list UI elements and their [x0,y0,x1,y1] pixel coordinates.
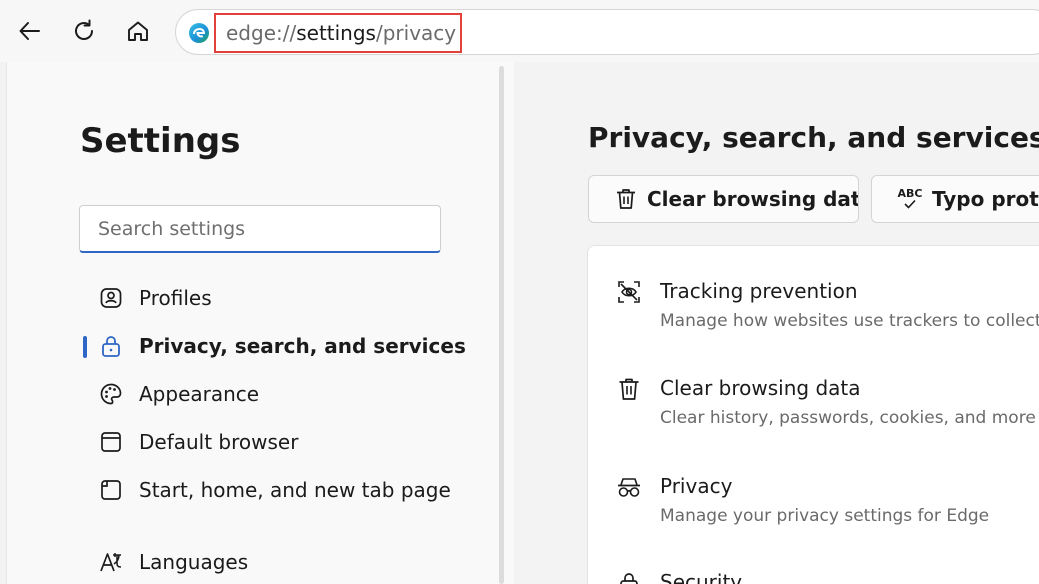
address-bar[interactable]: edge://settings/privacy [175,9,1039,55]
privacy-settings-card: Tracking prevention Manage how websites … [587,245,1039,584]
row-title: Clear browsing data [660,376,861,400]
sidebar-item-appearance[interactable]: Appearance [83,374,503,414]
url-text[interactable]: edge://settings/privacy [214,13,462,53]
tracking-prevention-icon [614,277,644,307]
list-item-security[interactable]: Security [588,568,1039,584]
sidebar-item-label: Privacy, search, and services [139,334,466,358]
row-title: Privacy [660,474,733,498]
sidebar-item-start-home[interactable]: Start, home, and new tab page [83,470,503,510]
action-label: Typo protec [932,187,1039,211]
settings-title: Settings [80,121,241,161]
url-host: settings [296,21,376,45]
clear-browsing-data-button[interactable]: Clear browsing data [588,175,859,223]
sidebar-item-label: Default browser [139,430,299,454]
back-button[interactable] [11,12,49,50]
refresh-icon [75,19,93,40]
action-label: Clear browsing data [647,187,859,211]
sidebar-item-label: Languages [139,550,249,574]
sidebar-item-default-browser[interactable]: Default browser [83,422,503,462]
home-icon [128,21,148,41]
list-item-tracking-prevention[interactable]: Tracking prevention Manage how websites … [588,277,1039,357]
abc-check-icon: ABC [896,185,924,213]
row-title: Security [660,570,743,584]
trash-icon [614,374,644,404]
typo-protection-button[interactable]: ABC Typo protec [871,175,1039,223]
incognito-icon [614,472,644,502]
url-scheme: edge:// [226,21,297,45]
active-nav-indicator [83,336,87,358]
row-description: Manage your privacy settings for Edge [660,506,990,526]
edge-logo-icon [189,23,209,43]
sidebar-item-label: Start, home, and new tab page [139,478,451,502]
back-arrow-icon [19,22,40,40]
trash-icon [613,185,639,213]
sidebar-item-languages[interactable]: Languages [83,542,503,582]
sidebar-item-profiles[interactable]: Profiles [83,278,503,318]
page-title: Privacy, search, and services [588,121,1039,154]
sidebar-item-label: Profiles [139,286,212,310]
refresh-button[interactable] [65,12,103,50]
browser-toolbar: edge://settings/privacy [0,0,1039,62]
row-title: Tracking prevention [660,279,858,303]
row-description: Clear history, passwords, cookies, and m… [660,408,1039,428]
start-page-icon [97,476,125,504]
list-item-privacy[interactable]: Privacy Manage your privacy settings for… [588,472,1039,552]
sidebar-scrollbar[interactable] [499,66,504,584]
list-item-clear-browsing-data[interactable]: Clear browsing data Clear history, passw… [588,374,1039,454]
url-path: /privacy [375,21,457,45]
settings-sidebar: Settings Profiles Privacy, search, and s… [6,62,514,584]
security-lock-icon [614,568,644,584]
sidebar-item-privacy[interactable]: Privacy, search, and services [83,326,503,366]
row-description: Manage how websites use trackers to coll… [660,311,1039,331]
palette-icon [97,380,125,408]
main-content: Privacy, search, and services Clear brow… [516,62,1039,584]
home-button[interactable] [119,12,157,50]
profiles-icon [97,284,125,312]
sidebar-item-label: Appearance [139,382,260,406]
browser-window-icon [97,428,125,456]
search-settings-input[interactable] [79,205,441,253]
languages-icon [97,548,125,576]
lock-icon [97,332,125,360]
